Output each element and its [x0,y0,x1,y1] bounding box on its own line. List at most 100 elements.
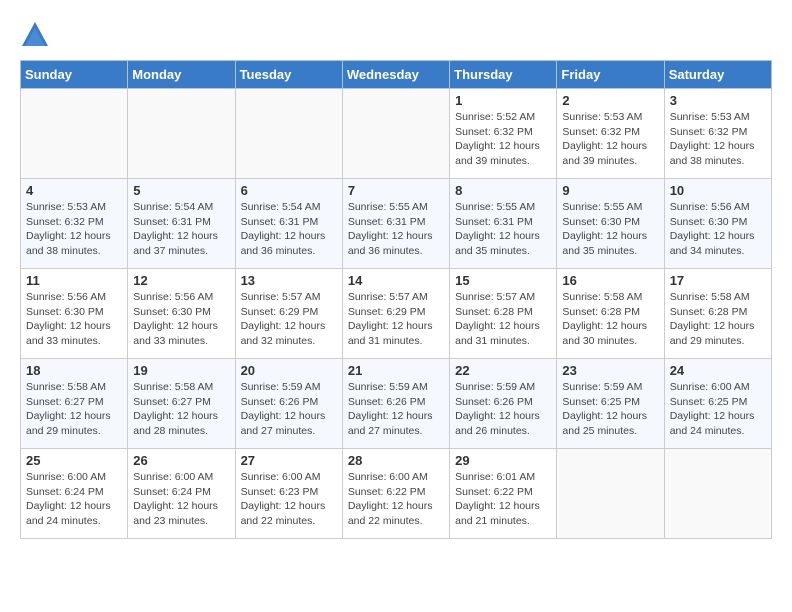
header-day-saturday: Saturday [664,61,771,89]
day-info: Sunrise: 5:53 AMSunset: 6:32 PMDaylight:… [670,110,766,169]
day-info: Sunrise: 5:56 AMSunset: 6:30 PMDaylight:… [133,290,229,349]
day-info: Sunrise: 5:54 AMSunset: 6:31 PMDaylight:… [133,200,229,259]
calendar-cell: 12Sunrise: 5:56 AMSunset: 6:30 PMDayligh… [128,269,235,359]
day-info: Sunrise: 5:53 AMSunset: 6:32 PMDaylight:… [26,200,122,259]
day-number: 13 [241,273,337,288]
calendar-header: SundayMondayTuesdayWednesdayThursdayFrid… [21,61,772,89]
day-info: Sunrise: 6:00 AMSunset: 6:22 PMDaylight:… [348,470,444,529]
day-info: Sunrise: 6:00 AMSunset: 6:24 PMDaylight:… [133,470,229,529]
calendar-cell: 6 Sunrise: 5:54 AMSunset: 6:31 PMDaylight… [235,179,342,269]
day-number: 3 [670,93,766,108]
day-info: Sunrise: 5:55 AMSunset: 6:31 PMDaylight:… [455,200,551,259]
day-number: 15 [455,273,551,288]
calendar-cell [128,89,235,179]
day-info: Sunrise: 6:00 AMSunset: 6:24 PMDaylight:… [26,470,122,529]
day-number: 29 [455,453,551,468]
calendar-cell: 1 Sunrise: 5:52 AMSunset: 6:32 PMDaylight… [450,89,557,179]
day-number: 19 [133,363,229,378]
calendar-cell: 2 Sunrise: 5:53 AMSunset: 6:32 PMDaylight… [557,89,664,179]
day-number: 9 [562,183,658,198]
day-info: Sunrise: 5:58 AMSunset: 6:28 PMDaylight:… [670,290,766,349]
day-number: 5 [133,183,229,198]
day-number: 17 [670,273,766,288]
calendar-cell: 27Sunrise: 6:00 AMSunset: 6:23 PMDayligh… [235,449,342,539]
day-number: 18 [26,363,122,378]
calendar-cell: 13 Sunrise: 5:57 AMSunset: 6:29 PMDayligh… [235,269,342,359]
header-day-friday: Friday [557,61,664,89]
day-info: Sunrise: 5:58 AMSunset: 6:28 PMDaylight:… [562,290,658,349]
day-number: 22 [455,363,551,378]
page-header [20,20,772,50]
calendar-cell [235,89,342,179]
calendar-cell: 9 Sunrise: 5:55 AMSunset: 6:30 PMDaylight… [557,179,664,269]
day-info: Sunrise: 6:01 AMSunset: 6:22 PMDaylight:… [455,470,551,529]
header-day-tuesday: Tuesday [235,61,342,89]
day-number: 10 [670,183,766,198]
calendar-cell: 4 Sunrise: 5:53 AMSunset: 6:32 PMDaylight… [21,179,128,269]
calendar-cell: 21 Sunrise: 5:59 AMSunset: 6:26 PMDayligh… [342,359,449,449]
header-day-monday: Monday [128,61,235,89]
day-number: 24 [670,363,766,378]
calendar-cell [342,89,449,179]
day-info: Sunrise: 5:53 AMSunset: 6:32 PMDaylight:… [562,110,658,169]
day-number: 7 [348,183,444,198]
calendar-body: 1 Sunrise: 5:52 AMSunset: 6:32 PMDaylight… [21,89,772,539]
header-row: SundayMondayTuesdayWednesdayThursdayFrid… [21,61,772,89]
day-info: Sunrise: 5:57 AMSunset: 6:29 PMDaylight:… [348,290,444,349]
day-info: Sunrise: 5:57 AMSunset: 6:28 PMDaylight:… [455,290,551,349]
header-day-wednesday: Wednesday [342,61,449,89]
calendar-cell: 25 Sunrise: 6:00 AMSunset: 6:24 PMDayligh… [21,449,128,539]
day-info: Sunrise: 5:54 AMSunset: 6:31 PMDaylight:… [241,200,337,259]
calendar-cell: 10 Sunrise: 5:56 AMSunset: 6:30 PMDayligh… [664,179,771,269]
calendar-cell: 5 Sunrise: 5:54 AMSunset: 6:31 PMDaylight… [128,179,235,269]
day-info: Sunrise: 5:59 AMSunset: 6:26 PMDaylight:… [348,380,444,439]
day-info: Sunrise: 5:56 AMSunset: 6:30 PMDaylight:… [26,290,122,349]
week-row-2: 11 Sunrise: 5:56 AMSunset: 6:30 PMDayligh… [21,269,772,359]
day-info: Sunrise: 5:55 AMSunset: 6:30 PMDaylight:… [562,200,658,259]
day-info: Sunrise: 5:57 AMSunset: 6:29 PMDaylight:… [241,290,337,349]
day-number: 8 [455,183,551,198]
day-info: Sunrise: 5:55 AMSunset: 6:31 PMDaylight:… [348,200,444,259]
day-info: Sunrise: 5:59 AMSunset: 6:26 PMDaylight:… [241,380,337,439]
calendar-cell: 16Sunrise: 5:58 AMSunset: 6:28 PMDayligh… [557,269,664,359]
day-number: 14 [348,273,444,288]
day-info: Sunrise: 5:52 AMSunset: 6:32 PMDaylight:… [455,110,551,169]
calendar-cell: 8 Sunrise: 5:55 AMSunset: 6:31 PMDaylight… [450,179,557,269]
day-number: 1 [455,93,551,108]
day-number: 21 [348,363,444,378]
day-number: 4 [26,183,122,198]
calendar-cell: 23 Sunrise: 5:59 AMSunset: 6:25 PMDayligh… [557,359,664,449]
day-info: Sunrise: 5:56 AMSunset: 6:30 PMDaylight:… [670,200,766,259]
day-number: 6 [241,183,337,198]
day-number: 25 [26,453,122,468]
day-number: 2 [562,93,658,108]
day-info: Sunrise: 5:58 AMSunset: 6:27 PMDaylight:… [26,380,122,439]
calendar-cell [21,89,128,179]
header-day-thursday: Thursday [450,61,557,89]
week-row-4: 25 Sunrise: 6:00 AMSunset: 6:24 PMDayligh… [21,449,772,539]
calendar-cell: 22 Sunrise: 5:59 AMSunset: 6:26 PMDayligh… [450,359,557,449]
logo [20,20,52,50]
day-number: 20 [241,363,337,378]
day-info: Sunrise: 5:58 AMSunset: 6:27 PMDaylight:… [133,380,229,439]
logo-icon [20,20,50,50]
calendar-cell: 7 Sunrise: 5:55 AMSunset: 6:31 PMDaylight… [342,179,449,269]
calendar-cell: 29 Sunrise: 6:01 AMSunset: 6:22 PMDayligh… [450,449,557,539]
day-info: Sunrise: 6:00 AMSunset: 6:23 PMDaylight:… [241,470,337,529]
calendar-table: SundayMondayTuesdayWednesdayThursdayFrid… [20,60,772,539]
day-number: 11 [26,273,122,288]
week-row-3: 18 Sunrise: 5:58 AMSunset: 6:27 PMDayligh… [21,359,772,449]
calendar-cell: 3 Sunrise: 5:53 AMSunset: 6:32 PMDaylight… [664,89,771,179]
calendar-cell: 28Sunrise: 6:00 AMSunset: 6:22 PMDayligh… [342,449,449,539]
day-number: 26 [133,453,229,468]
calendar-cell [664,449,771,539]
day-number: 23 [562,363,658,378]
calendar-cell: 19 Sunrise: 5:58 AMSunset: 6:27 PMDayligh… [128,359,235,449]
calendar-cell [557,449,664,539]
calendar-cell: 15 Sunrise: 5:57 AMSunset: 6:28 PMDayligh… [450,269,557,359]
header-day-sunday: Sunday [21,61,128,89]
week-row-1: 4 Sunrise: 5:53 AMSunset: 6:32 PMDaylight… [21,179,772,269]
day-info: Sunrise: 5:59 AMSunset: 6:25 PMDaylight:… [562,380,658,439]
calendar-cell: 20 Sunrise: 5:59 AMSunset: 6:26 PMDayligh… [235,359,342,449]
day-info: Sunrise: 5:59 AMSunset: 6:26 PMDaylight:… [455,380,551,439]
